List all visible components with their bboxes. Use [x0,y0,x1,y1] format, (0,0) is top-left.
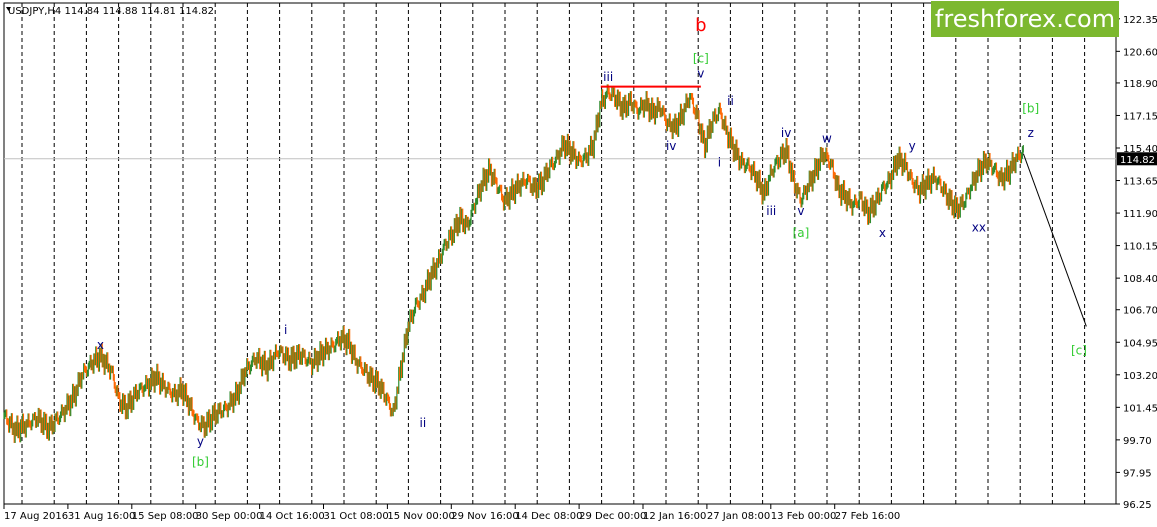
x-tick-label: 12 Jan 16:00 [643,511,706,522]
y-tick-label: 118.90 [1123,79,1157,90]
freshforex-logo: freshforex.com [931,1,1119,37]
x-tick-label: 31 Oct 08:00 [324,511,389,522]
current-price-marker: 114.82 [1117,152,1157,166]
wave-label: i [718,156,721,170]
wave-label: iv [666,139,676,153]
y-tick-label: 106.70 [1123,306,1157,317]
x-tick-label: 13 Feb 00:00 [771,511,837,522]
wave-label: iv [781,126,791,140]
wave-label: [b] [1022,102,1039,116]
y-tick-label: 97.95 [1123,468,1152,479]
x-tick-label: 14 Oct 16:00 [260,511,325,522]
wave-label: [c] [693,51,709,65]
x-tick-label: 17 Aug 2016 [4,511,68,522]
wave-label: y [909,139,916,153]
wave-label: v [797,204,804,218]
wave-label: ii [727,94,734,108]
wave-label: x [879,226,886,240]
x-tick-label: 15 Nov 00:00 [387,511,454,522]
x-tick-label: 29 Dec 00:00 [579,511,646,522]
y-tick-label: 101.45 [1123,403,1157,414]
y-tick-label: 96.25 [1123,500,1152,511]
y-tick-label: 117.15 [1123,111,1157,122]
x-tick-label: 15 Sep 08:00 [132,511,199,522]
y-axis: 122.35120.60118.90117.15115.40113.65111.… [1116,15,1157,511]
y-tick-label: 104.95 [1123,338,1157,349]
plot-frame [3,2,1117,505]
x-tick-label: 27 Feb 16:00 [835,511,901,522]
wave-label: xx [972,221,986,235]
symbol-header: USDJPY,H4 114.84 114.88 114.81 114.82 [8,6,214,17]
y-tick-label: 120.60 [1123,47,1157,58]
y-tick-label: 122.35 [1123,15,1157,26]
wave-label: iii [766,204,776,218]
wave-label: [b] [192,455,209,469]
y-tick-label: 110.15 [1123,242,1157,253]
y-tick-label: 108.40 [1123,274,1157,285]
wave-label: v [697,66,704,80]
wave-label: i [284,323,287,337]
wave-label: x [97,338,104,352]
wave-label: [a] [793,226,810,240]
x-axis: 17 Aug 2016 31 Aug 16:0015 Sep 08:0030 Se… [3,504,901,522]
wave-label: w [822,131,832,145]
x-tick-label: 14 Dec 08:00 [515,511,582,522]
wave-label: y [197,434,204,448]
y-tick-label: 103.20 [1123,371,1157,382]
x-tick-label: 31 Aug 16:00 [68,511,135,522]
wave-label: iii [603,70,613,84]
current-price-label: 114.82 [1120,155,1155,166]
price-chart[interactable]: xy[b]iiiiiib[c]viviiiiiiivv[a]wxyxx[b]z[… [0,0,1157,527]
x-tick-label: 29 Nov 16:00 [451,511,518,522]
x-tick-label: 30 Sep 00:00 [196,511,263,522]
wave-label: z [1028,126,1034,140]
y-tick-label: 111.90 [1123,209,1157,220]
wave-label: b [695,15,706,36]
y-tick-label: 99.70 [1123,436,1152,447]
wave-label: ii [420,416,427,430]
x-tick-label: 27 Jan 08:00 [707,511,770,522]
y-tick-label: 113.65 [1123,177,1157,188]
wave-label: [c] [1071,343,1087,357]
